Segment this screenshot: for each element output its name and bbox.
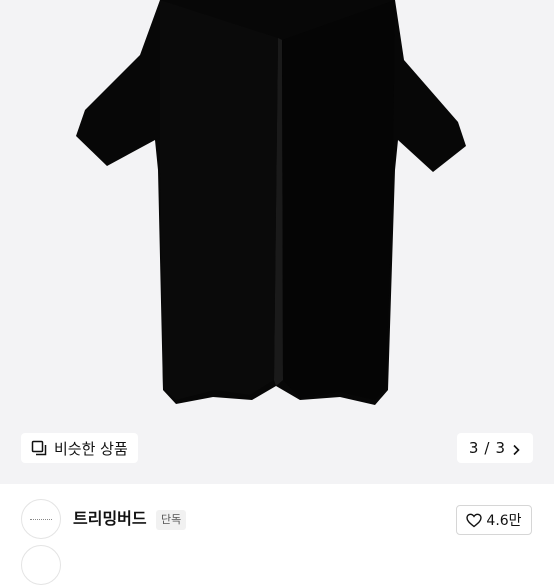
shop-logo[interactable] xyxy=(21,499,61,539)
similar-products-button[interactable]: 비슷한 상품 xyxy=(21,433,138,463)
chevron-right-icon xyxy=(511,442,521,456)
current-page: 3 xyxy=(468,439,479,457)
similar-products-label: 비슷한 상품 xyxy=(54,439,128,458)
product-image-gallery[interactable]: 비슷한 상품 3 / 3 xyxy=(0,0,554,484)
total-pages: 3 xyxy=(495,439,505,457)
shop-name[interactable]: 트리밍버드 xyxy=(73,509,147,529)
like-count: 4.6만 xyxy=(486,513,522,529)
shop-logo-mark xyxy=(30,518,52,520)
image-page-counter[interactable]: 3 / 3 xyxy=(456,433,533,463)
heart-outline-icon xyxy=(466,513,483,528)
product-photo xyxy=(76,0,466,405)
exclusive-badge: 단독 xyxy=(156,510,187,530)
page-separator: / xyxy=(484,439,490,457)
next-shop-logo[interactable] xyxy=(21,545,61,585)
like-button[interactable]: 4.6만 xyxy=(456,505,532,535)
similar-products-icon xyxy=(31,440,48,457)
